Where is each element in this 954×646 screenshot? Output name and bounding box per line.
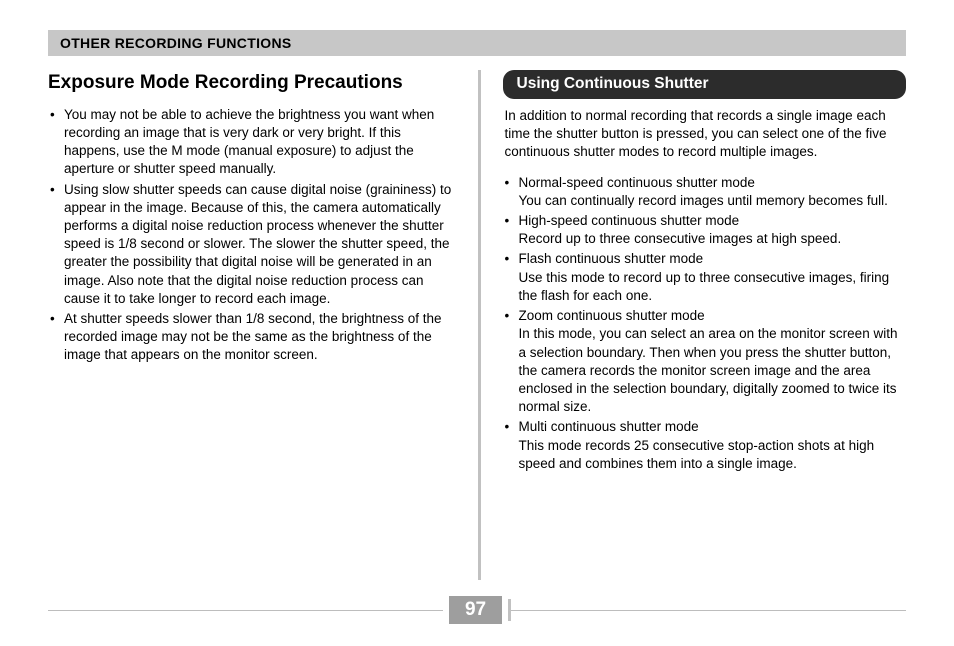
page-footer: 97 bbox=[48, 596, 906, 624]
bullet-text: At shutter speeds slower than 1/8 second… bbox=[64, 311, 441, 362]
mode-name: Flash continuous shutter mode bbox=[519, 250, 907, 268]
left-bullet-list: You may not be able to achieve the brigh… bbox=[48, 106, 452, 365]
right-mode-list: Normal-speed continuous shutter mode You… bbox=[503, 174, 907, 474]
mode-desc: Use this mode to record up to three cons… bbox=[519, 269, 907, 305]
left-column: Exposure Mode Recording Precautions You … bbox=[48, 70, 456, 580]
bullet-text: Using slow shutter speeds can cause digi… bbox=[64, 182, 451, 306]
right-column: Using Continuous Shutter In addition to … bbox=[503, 70, 907, 580]
column-divider bbox=[478, 70, 481, 580]
list-item: You may not be able to achieve the brigh… bbox=[50, 106, 452, 179]
list-item: Using slow shutter speeds can cause digi… bbox=[50, 181, 452, 309]
mode-desc: Record up to three consecutive images at… bbox=[519, 230, 907, 248]
list-item: Flash continuous shutter mode Use this m… bbox=[505, 250, 907, 305]
footer-line-right bbox=[511, 610, 906, 611]
footer-line-left bbox=[48, 610, 443, 611]
content-columns: Exposure Mode Recording Precautions You … bbox=[48, 70, 906, 580]
list-item: Normal-speed continuous shutter mode You… bbox=[505, 174, 907, 210]
left-title: Exposure Mode Recording Precautions bbox=[48, 70, 452, 96]
list-item: At shutter speeds slower than 1/8 second… bbox=[50, 310, 452, 365]
list-item: Zoom continuous shutter mode In this mod… bbox=[505, 307, 907, 416]
page-number: 97 bbox=[465, 599, 486, 620]
mode-name: Multi continuous shutter mode bbox=[519, 418, 907, 436]
page-number-badge: 97 bbox=[449, 596, 502, 624]
mode-desc: In this mode, you can select an area on … bbox=[519, 325, 907, 416]
mode-name: High-speed continuous shutter mode bbox=[519, 212, 907, 230]
section-header-text: OTHER RECORDING FUNCTIONS bbox=[60, 35, 292, 51]
mode-name: Normal-speed continuous shutter mode bbox=[519, 174, 907, 192]
bullet-text: You may not be able to achieve the brigh… bbox=[64, 107, 434, 177]
section-header-bar: OTHER RECORDING FUNCTIONS bbox=[48, 30, 906, 56]
list-item: High-speed continuous shutter mode Recor… bbox=[505, 212, 907, 248]
right-title-text: Using Continuous Shutter bbox=[517, 75, 709, 92]
mode-desc: This mode records 25 consecutive stop-ac… bbox=[519, 437, 907, 473]
mode-name: Zoom continuous shutter mode bbox=[519, 307, 907, 325]
list-item: Multi continuous shutter mode This mode … bbox=[505, 418, 907, 473]
right-intro: In addition to normal recording that rec… bbox=[505, 107, 905, 162]
mode-desc: You can continually record images until … bbox=[519, 192, 907, 210]
right-title-pill: Using Continuous Shutter bbox=[503, 70, 907, 99]
